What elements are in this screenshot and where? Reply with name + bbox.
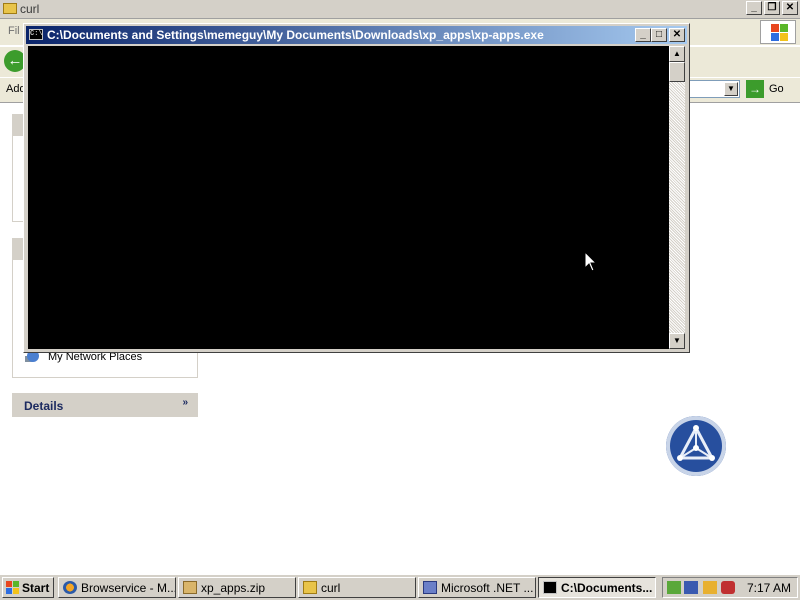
folder-icon <box>3 3 17 14</box>
explorer-title: curl <box>20 2 40 16</box>
taskbar-button-label: C:\Documents... <box>561 581 653 595</box>
folder-icon <box>303 581 317 594</box>
taskbar-button-label: Microsoft .NET ... <box>441 581 534 595</box>
minimize-button[interactable]: _ <box>746 1 762 15</box>
taskbar-button-label: Browservice - M... <box>81 581 176 595</box>
zip-icon <box>183 581 197 594</box>
restore-button[interactable]: ❐ <box>764 1 780 15</box>
tray-app-icon[interactable] <box>667 581 681 594</box>
firefox-icon <box>63 581 77 594</box>
explorer-title-bar[interactable]: curl _ ❐ ✕ <box>0 0 800 19</box>
windows-flag-icon <box>6 581 19 594</box>
console-window[interactable]: C:\ C:\Documents and Settings\memeguy\My… <box>23 23 690 353</box>
dotnet-icon <box>423 581 437 594</box>
taskbar-button-label: xp_apps.zip <box>201 581 266 595</box>
taskbar-button[interactable]: Microsoft .NET ... <box>418 577 536 598</box>
tray-app-icon[interactable] <box>703 581 717 594</box>
system-tray: 7:17 AM <box>662 577 798 598</box>
taskbar-button-label: curl <box>321 581 341 595</box>
taskbar-button[interactable]: curl <box>298 577 416 598</box>
details-header[interactable]: Details » <box>12 393 198 417</box>
clock[interactable]: 7:17 AM <box>747 581 791 595</box>
close-button[interactable]: ✕ <box>669 28 685 42</box>
taskbar-button[interactable]: xp_apps.zip <box>178 577 296 598</box>
maximize-button[interactable]: □ <box>651 28 667 42</box>
dropdown-arrow-icon[interactable]: ▼ <box>724 82 738 96</box>
vertical-scrollbar[interactable]: ▲ ▼ <box>669 46 685 349</box>
go-button[interactable]: Go <box>769 83 784 95</box>
menu-file[interactable]: Fil <box>8 25 20 37</box>
console-title-bar[interactable]: C:\ C:\Documents and Settings\memeguy\My… <box>26 26 687 44</box>
minimize-button[interactable]: _ <box>635 28 651 42</box>
console-title: C:\Documents and Settings\memeguy\My Doc… <box>47 28 544 42</box>
windows-logo-icon <box>760 20 796 44</box>
close-button[interactable]: ✕ <box>782 1 798 15</box>
start-button[interactable]: Start <box>2 577 54 598</box>
console-icon <box>543 581 557 594</box>
console-output[interactable] <box>28 46 669 349</box>
scroll-thumb[interactable] <box>669 62 685 82</box>
shield-icon[interactable] <box>721 581 735 594</box>
taskbar: Start Browservice - M... xp_apps.zip cur… <box>0 574 800 600</box>
taskbar-button[interactable]: Browservice - M... <box>58 577 176 598</box>
scroll-up-icon[interactable]: ▲ <box>669 46 685 62</box>
mouse-pointer-icon <box>584 251 598 272</box>
chevron-down-icon: » <box>182 397 188 408</box>
start-label: Start <box>22 581 50 595</box>
taskbar-button-active[interactable]: C:\Documents... <box>538 577 656 598</box>
details-label: Details <box>24 399 64 413</box>
app-emblem-icon <box>666 416 726 476</box>
go-arrow-icon[interactable]: → <box>746 80 764 98</box>
tray-app-icon[interactable] <box>684 581 698 594</box>
console-icon: C:\ <box>29 29 43 40</box>
scroll-down-icon[interactable]: ▼ <box>669 333 685 349</box>
